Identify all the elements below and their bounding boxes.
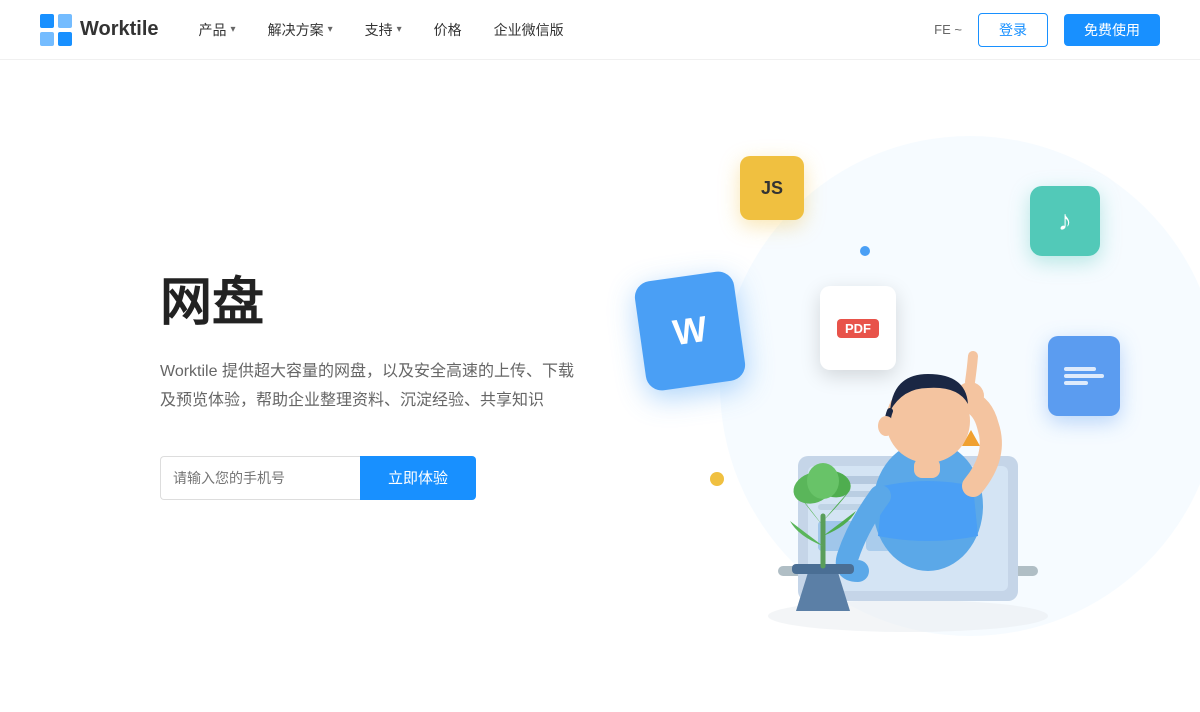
- chevron-down-icon: ▾: [231, 24, 236, 35]
- try-button[interactable]: 立即体验: [360, 456, 476, 500]
- hero-section: 网盘 Worktile 提供超大容量的网盘，以及安全高速的上传、下载及预览体验，…: [0, 60, 1200, 712]
- phone-input[interactable]: [160, 456, 360, 500]
- free-trial-button[interactable]: 免费使用: [1064, 14, 1160, 46]
- navbar: Worktile 产品 ▾ 解决方案 ▾ 支持 ▾ 价格 企业微信版 FE ~ …: [0, 0, 1200, 60]
- chevron-down-icon: ▾: [397, 24, 402, 35]
- login-button[interactable]: 登录: [978, 13, 1048, 47]
- nav-item-products[interactable]: 产品 ▾: [199, 20, 236, 40]
- person-illustration: [718, 226, 1098, 646]
- nav-links: 产品 ▾ 解决方案 ▾ 支持 ▾ 价格 企业微信版: [199, 20, 935, 40]
- nav-item-support[interactable]: 支持 ▾: [365, 20, 402, 40]
- nav-item-wechat[interactable]: 企业微信版: [494, 20, 564, 40]
- logo-area[interactable]: Worktile: [40, 14, 159, 46]
- hero-illustration: JS ♪ W PDF: [580, 106, 1160, 666]
- nav-right: FE ~ 登录 免费使用: [934, 13, 1160, 47]
- js-file-card: JS: [740, 156, 804, 220]
- hero-left: 网盘 Worktile 提供超大容量的网盘，以及安全高速的上传、下载及预览体验，…: [160, 272, 580, 500]
- hero-description: Worktile 提供超大容量的网盘，以及安全高速的上传、下载及预览体验，帮助企…: [160, 358, 580, 416]
- logo-text: Worktile: [80, 18, 159, 41]
- user-email: FE ~: [934, 22, 962, 37]
- chevron-down-icon: ▾: [328, 24, 333, 35]
- nav-item-solutions[interactable]: 解决方案 ▾: [268, 20, 333, 40]
- logo-icon: [40, 14, 72, 46]
- hero-form: 立即体验: [160, 456, 580, 500]
- hero-title: 网盘: [160, 272, 580, 334]
- nav-item-pricing[interactable]: 价格: [434, 20, 462, 40]
